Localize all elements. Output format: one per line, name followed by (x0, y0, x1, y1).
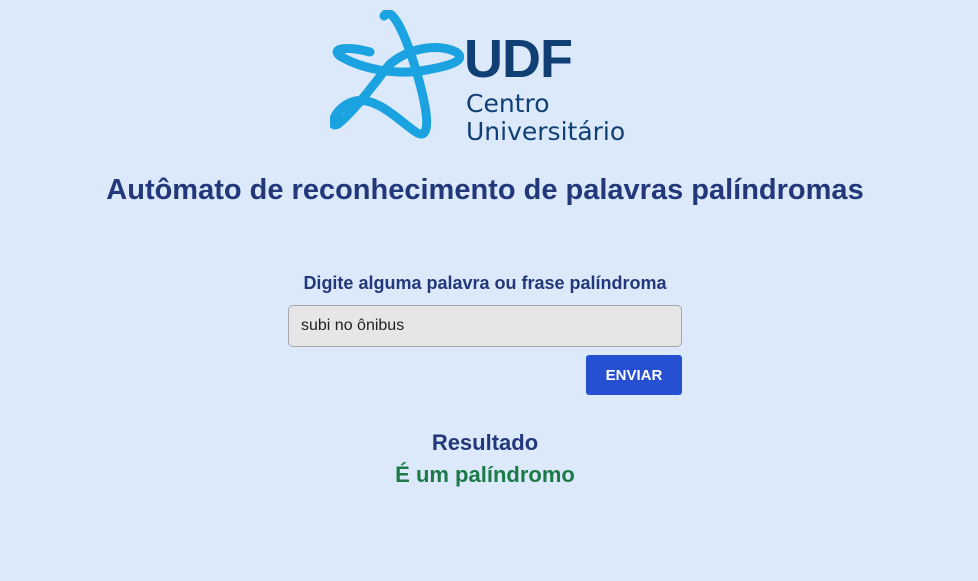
page-title: Autômato de reconhecimento de palavras p… (106, 174, 864, 206)
logo-subtitle-line2: Universitário (466, 117, 626, 146)
result-value: É um palíndromo (395, 462, 575, 487)
result-title: Resultado (431, 430, 539, 455)
udf-logo: UDF Centro Universitário (330, 10, 640, 150)
star-icon (330, 10, 464, 139)
logo-subtitle-line1: Centro (466, 89, 550, 118)
palindrome-form: Digite alguma palavra ou frase palíndrom… (288, 270, 682, 395)
word-input[interactable] (288, 305, 682, 347)
logo-brand-text: UDF (464, 29, 573, 89)
page: UDF Centro Universitário Autômato de rec… (0, 0, 978, 581)
submit-button[interactable]: ENVIAR (586, 355, 682, 395)
logo-subtitle: Centro Universitário (466, 90, 625, 146)
input-label: Digite alguma palavra ou frase palíndrom… (303, 273, 667, 293)
